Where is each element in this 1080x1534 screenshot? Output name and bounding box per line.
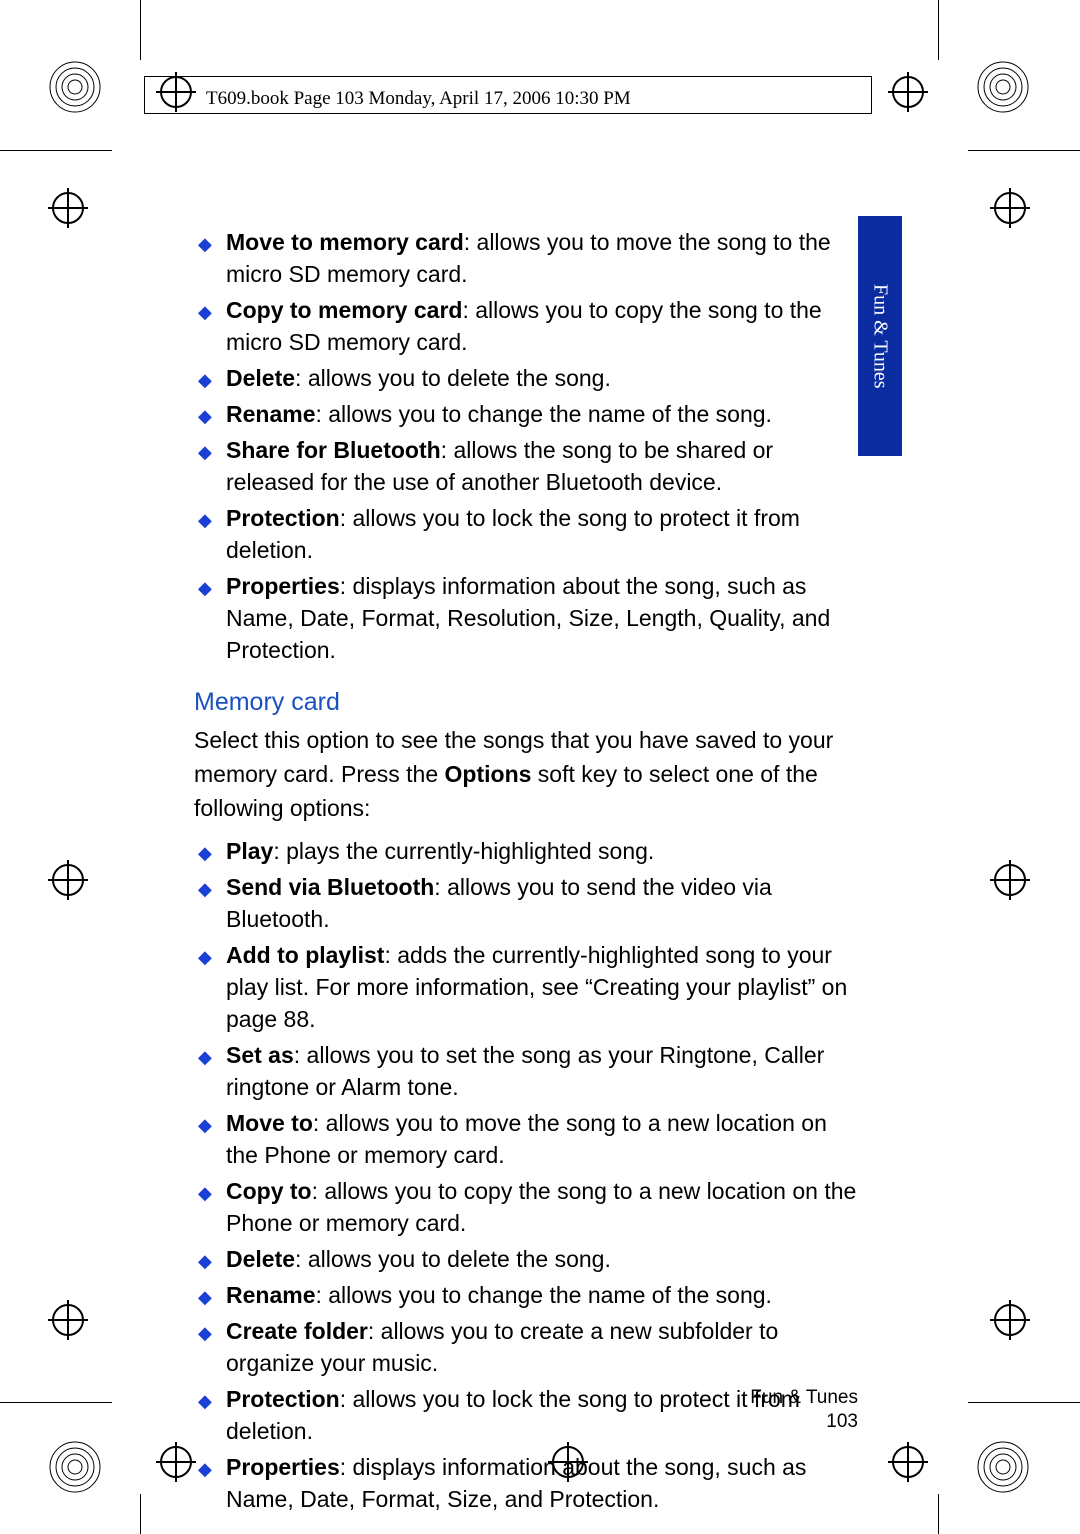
list-item-desc: : allows you to set the song as your Rin… (226, 1042, 824, 1100)
intro-paragraph: Select this option to see the songs that… (194, 723, 858, 825)
list-item: Rename: allows you to change the name of… (194, 1279, 858, 1311)
registration-mark-icon (994, 1304, 1026, 1336)
registration-mark-icon (892, 1446, 924, 1478)
list-item: Copy to: allows you to copy the song to … (194, 1175, 858, 1239)
corner-spiral-icon (48, 60, 102, 114)
registration-mark-icon (892, 76, 924, 108)
list-item-desc: : allows you to delete the song. (295, 1246, 611, 1272)
list-item-desc: : allows you to change the name of the s… (315, 401, 771, 427)
list-item-term: Add to playlist (226, 942, 384, 968)
registration-mark-icon (994, 192, 1026, 224)
list-item-desc: : allows you to change the name of the s… (315, 1282, 771, 1308)
list-item: Send via Bluetooth: allows you to send t… (194, 871, 858, 935)
list-item: Set as: allows you to set the song as yo… (194, 1039, 858, 1103)
registration-mark-icon (994, 864, 1026, 896)
list-item-term: Set as (226, 1042, 294, 1068)
registration-mark-icon (52, 1304, 84, 1336)
list-item: Rename: allows you to change the name of… (194, 398, 858, 430)
corner-spiral-icon (976, 60, 1030, 114)
list-item-term: Share for Bluetooth (226, 437, 441, 463)
list-item: Move to: allows you to move the song to … (194, 1107, 858, 1171)
section-heading-memory-card: Memory card (194, 688, 858, 717)
page-content: Move to memory card : allows you to move … (194, 226, 858, 1533)
list-item-term: Properties (226, 1454, 340, 1480)
registration-mark-icon (52, 864, 84, 896)
list-item-term: Properties (226, 573, 340, 599)
list-item: Properties: displays information about t… (194, 570, 858, 666)
registration-mark-icon (160, 1446, 192, 1478)
list-item-term: Delete (226, 365, 295, 391)
list-item: Delete: allows you to delete the song. (194, 362, 858, 394)
list-item-term: Copy to (226, 1178, 312, 1204)
list-item-term: Copy to memory card (226, 297, 462, 323)
list-item: Share for Bluetooth: allows the song to … (194, 434, 858, 498)
page-footer: Fun & Tunes 103 (194, 1386, 858, 1434)
list-item-term: Rename (226, 1282, 315, 1308)
list-item-term: Delete (226, 1246, 295, 1272)
list-item-term: Protection (226, 505, 340, 531)
crop-line (140, 1494, 141, 1534)
list-item-desc: : allows you to copy the song to a new l… (226, 1178, 856, 1236)
crop-line (0, 150, 112, 151)
list-item-term: Rename (226, 401, 315, 427)
corner-spiral-icon (976, 1440, 1030, 1494)
list-item: Move to memory card: allows you to move … (194, 226, 858, 290)
section-side-tab: Fun & Tunes (858, 216, 902, 456)
crop-line (140, 0, 141, 60)
crop-line (938, 1494, 939, 1534)
list-item-term: Play (226, 838, 273, 864)
list-item-term: Send via Bluetooth (226, 874, 434, 900)
registration-mark-icon (52, 192, 84, 224)
list-item-term: Move to memory card (226, 229, 464, 255)
list-item: Delete: allows you to delete the song. (194, 1243, 858, 1275)
list-item: Play: plays the currently-highlighted so… (194, 835, 858, 867)
crop-line (968, 150, 1080, 151)
footer-section: Fun & Tunes (194, 1386, 858, 1410)
corner-spiral-icon (48, 1440, 102, 1494)
list-item: Copy to memory card: allows you to copy … (194, 294, 858, 358)
list-item-term: Move to (226, 1110, 313, 1136)
doc-header: T609.book Page 103 Monday, April 17, 200… (206, 88, 631, 110)
list-item: Protection: allows you to lock the song … (194, 502, 858, 566)
list-item-term: Create folder (226, 1318, 368, 1344)
crop-line (968, 1402, 1080, 1403)
list-item: Create folder: allows you to create a ne… (194, 1315, 858, 1379)
crop-line (0, 1402, 112, 1403)
list-item: Properties: displays information about t… (194, 1451, 858, 1515)
options-list-a: Move to memory card: allows you to move … (194, 226, 858, 666)
list-item: Add to playlist: adds the currently-high… (194, 939, 858, 1035)
list-item-desc: : allows you to move the song to a new l… (226, 1110, 827, 1168)
list-item-desc: : plays the currently-highlighted song. (273, 838, 654, 864)
intro-bold: Options (445, 761, 532, 787)
list-item-desc: : allows you to delete the song. (295, 365, 611, 391)
crop-line (938, 0, 939, 60)
footer-page-number: 103 (194, 1410, 858, 1434)
